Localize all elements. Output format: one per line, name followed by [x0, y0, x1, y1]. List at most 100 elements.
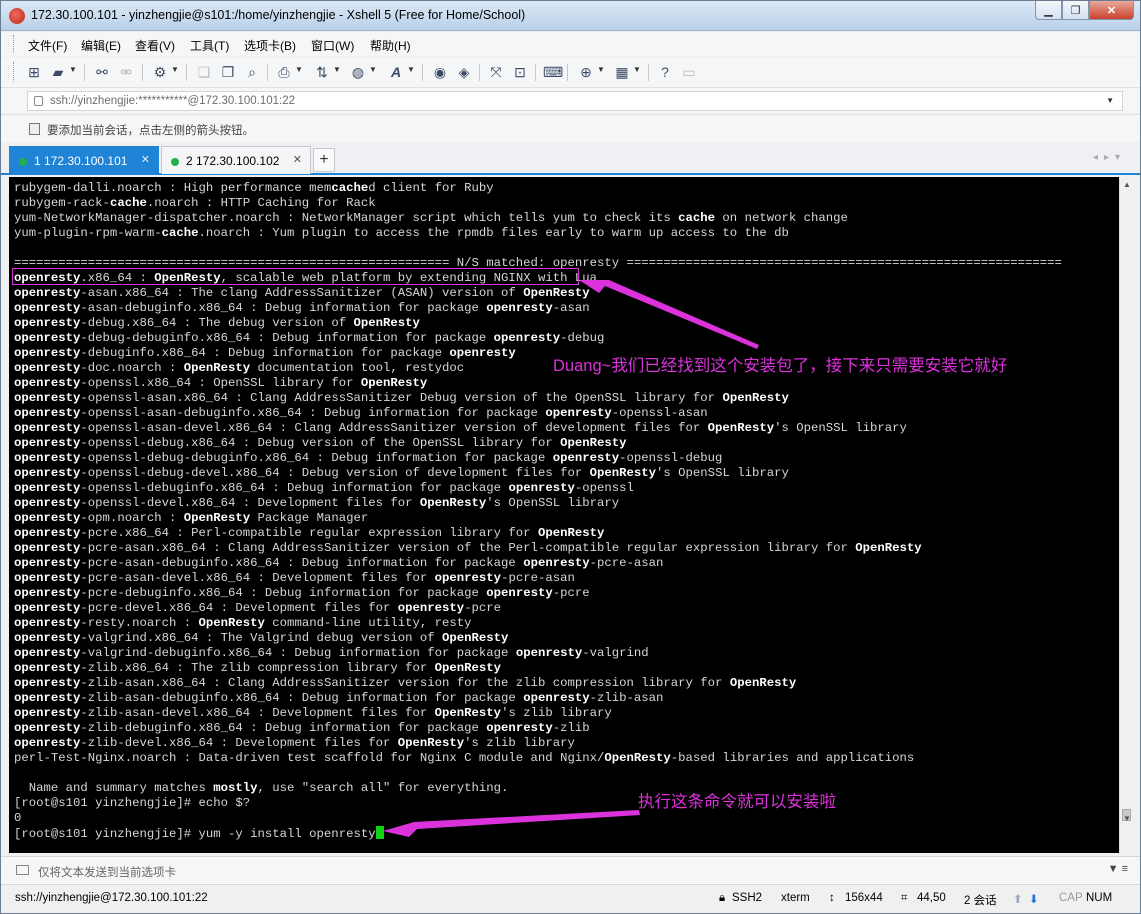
- menu-tabs[interactable]: 选项卡(B): [244, 37, 296, 54]
- tab-scroll-icons[interactable]: ◂▸▾: [1093, 152, 1126, 163]
- transfer-icon[interactable]: ⇅: [313, 63, 331, 81]
- transfer-dropdown-arrow[interactable]: ▼: [333, 65, 341, 74]
- status-connection: ssh://yinzhengjie@172.30.100.101:22: [15, 892, 208, 904]
- toolbar-separator: [422, 64, 423, 81]
- terminal-scrollbar[interactable]: ▲ ▼: [1119, 177, 1133, 853]
- menu-view[interactable]: 查看(V): [135, 37, 175, 54]
- fullscreen-icon[interactable]: ⤧: [487, 63, 505, 81]
- connected-status-icon: [19, 158, 27, 166]
- new-tab-icon[interactable]: ⊕: [577, 63, 595, 81]
- address-dropdown-icon[interactable]: ▼: [1106, 96, 1114, 105]
- toolbar-separator: [267, 64, 268, 81]
- minimize-button[interactable]: ▁: [1035, 1, 1062, 20]
- close-button[interactable]: ✕: [1089, 1, 1134, 20]
- menu-window[interactable]: 窗口(W): [311, 37, 354, 54]
- send-text-bar[interactable]: 仅将文本发送到当前选项卡 ▼ ≡: [1, 856, 1140, 884]
- xftp-icon[interactable]: ◉: [431, 63, 449, 81]
- scroll-down-icon[interactable]: ▼: [1123, 814, 1131, 823]
- tab-label: 1 172.30.100.101: [34, 154, 128, 168]
- xmanager-icon[interactable]: ◈: [455, 63, 473, 81]
- toolbar-separator: [567, 64, 568, 81]
- scroll-up-icon[interactable]: ▲: [1123, 180, 1131, 189]
- find-icon[interactable]: ⌕: [243, 63, 261, 81]
- globe-icon[interactable]: ◍: [349, 63, 367, 81]
- print-dropdown-arrow[interactable]: ▼: [295, 65, 303, 74]
- annotation-arrows: [383, 280, 759, 837]
- disconnect-icon[interactable]: ⚮: [117, 63, 135, 81]
- size-icon: ↕: [829, 892, 835, 904]
- new-session-icon[interactable]: ⊞: [25, 63, 43, 81]
- lock-icon[interactable]: ⊡: [511, 63, 529, 81]
- send-text-placeholder: 仅将文本发送到当前选项卡: [38, 867, 176, 879]
- upload-arrow-icon: ⬆: [1013, 894, 1023, 906]
- toolbar-separator: [186, 64, 187, 81]
- toolbar-separator: [648, 64, 649, 81]
- terminal-view[interactable]: [root@s101 yinzhengjie]# yum -y install …: [9, 177, 1119, 853]
- session-hint-text: 要添加当前会话，点击左侧的箭头按钮。: [47, 125, 254, 137]
- maximize-button[interactable]: ❐: [1062, 1, 1089, 20]
- toolbar-separator: [142, 64, 143, 81]
- toolbar-grip: [13, 62, 16, 82]
- menu-bar: 文件(F) 编辑(E) 查看(V) 工具(T) 选项卡(B) 窗口(W) 帮助(…: [1, 32, 1140, 56]
- properties-icon[interactable]: ⚙: [151, 63, 169, 81]
- tab-session-2[interactable]: 2 172.30.100.102 ✕: [161, 146, 311, 174]
- bookmark-icon[interactable]: [29, 123, 40, 135]
- menu-edit[interactable]: 编辑(E): [81, 37, 121, 54]
- toolbar-separator: [84, 64, 85, 81]
- status-num: NUM: [1086, 892, 1113, 904]
- status-size: 156x44: [845, 892, 883, 904]
- download-arrow-icon: ⬇: [1029, 894, 1039, 906]
- session-hint-bar: 要添加当前会话，点击左侧的箭头按钮。: [1, 114, 1140, 142]
- keyboard-icon[interactable]: ⌨: [543, 63, 563, 81]
- help-icon[interactable]: ?: [656, 63, 674, 81]
- font-icon[interactable]: A: [387, 63, 405, 81]
- font-dropdown-arrow[interactable]: ▼: [407, 65, 415, 74]
- cursor-pos-icon: ⌗: [901, 892, 908, 904]
- layout-dropdown-arrow[interactable]: ▼: [633, 65, 641, 74]
- ssh-lock-icon: 🔒︎: [719, 892, 726, 904]
- status-caps: CAP: [1059, 892, 1083, 904]
- window-title: 172.30.100.101 - yinzhengjie@s101:/home/…: [31, 8, 526, 22]
- address-bar: ssh://yinzhengjie:***********@172.30.100…: [1, 87, 1140, 113]
- status-term: xterm: [781, 892, 810, 904]
- copy-icon[interactable]: ❏: [195, 63, 213, 81]
- menu-grip: [13, 35, 16, 53]
- chat-icon[interactable]: ▭: [680, 63, 698, 81]
- add-tab-button[interactable]: +: [313, 148, 335, 172]
- toolbar-separator: [535, 64, 536, 81]
- globe-dropdown-arrow[interactable]: ▼: [369, 65, 377, 74]
- status-sessions: 2 会话: [964, 895, 997, 907]
- new-tab-dropdown-arrow[interactable]: ▼: [597, 65, 605, 74]
- address-input[interactable]: ssh://yinzhengjie:***********@172.30.100…: [27, 91, 1123, 111]
- layout-icon[interactable]: ▦: [613, 63, 631, 81]
- xshell-window: 172.30.100.101 - yinzhengjie@s101:/home/…: [0, 0, 1141, 914]
- xshell-app-icon: [9, 8, 25, 24]
- status-cursor-pos: 44,50: [917, 892, 946, 904]
- compose-icon: [16, 865, 29, 875]
- send-menu-icon[interactable]: ▼ ≡: [1108, 863, 1128, 875]
- menu-help[interactable]: 帮助(H): [370, 37, 411, 54]
- tab-session-1[interactable]: 1 172.30.100.101 ✕: [9, 146, 159, 174]
- annotation-install: 执行这条命令就可以安装啦: [638, 793, 836, 811]
- properties-dropdown-arrow[interactable]: ▼: [171, 65, 179, 74]
- open-folder-icon[interactable]: ▰: [49, 63, 67, 81]
- menu-file[interactable]: 文件(F): [28, 37, 67, 54]
- lock-icon: [34, 96, 43, 106]
- arrow-found: [579, 280, 759, 349]
- tab-bar: 1 172.30.100.101 ✕ 2 172.30.100.102 ✕ + …: [1, 146, 1140, 175]
- open-dropdown-arrow[interactable]: ▼: [69, 65, 77, 74]
- connected-status-icon: [171, 158, 179, 166]
- status-bar: ssh://yinzhengjie@172.30.100.101:22 🔒︎ S…: [1, 884, 1140, 913]
- reconnect-icon[interactable]: ⚯: [93, 63, 111, 81]
- tab-label: 2 172.30.100.102: [186, 154, 280, 168]
- tab-close-icon[interactable]: ✕: [141, 153, 150, 166]
- status-protocol: SSH2: [732, 892, 763, 904]
- address-value: ssh://yinzhengjie:***********@172.30.100…: [50, 95, 296, 107]
- title-bar[interactable]: 172.30.100.101 - yinzhengjie@s101:/home/…: [1, 1, 1140, 31]
- arrow-install: [383, 810, 640, 837]
- print-icon[interactable]: ⎙: [275, 63, 293, 81]
- tab-close-icon[interactable]: ✕: [293, 153, 302, 166]
- paste-icon[interactable]: ❐: [219, 63, 237, 81]
- menu-tools[interactable]: 工具(T): [190, 37, 229, 54]
- annotation-found: Duang~我们已经找到这个安装包了，接下来只需要安装它就好: [553, 357, 1008, 375]
